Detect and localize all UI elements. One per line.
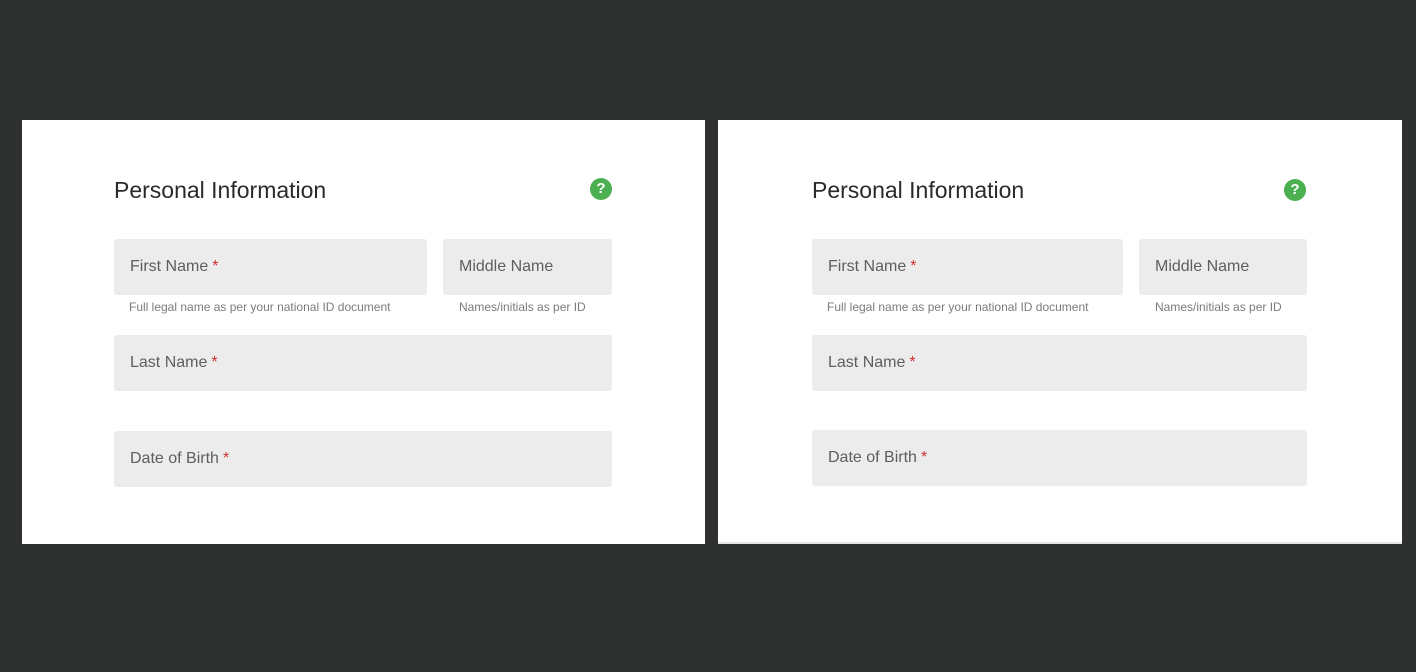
last-name-label: Last Name *	[130, 354, 218, 371]
required-asterisk: *	[909, 354, 916, 371]
middle-name-field[interactable]: Middle Name	[1139, 239, 1307, 295]
first-name-label: First Name *	[828, 258, 917, 275]
date-of-birth-label: Date of Birth *	[828, 449, 928, 466]
required-asterisk: *	[910, 258, 917, 275]
help-circle-icon[interactable]: ?	[1284, 179, 1306, 201]
required-asterisk: *	[211, 354, 218, 371]
form-header: Personal Information ?	[114, 176, 612, 204]
middle-name-label: Middle Name	[1155, 258, 1250, 275]
help-circle-icon[interactable]: ?	[590, 178, 612, 200]
date-of-birth-field[interactable]: Date of Birth *	[114, 431, 612, 487]
middle-name-label: Middle Name	[459, 258, 554, 275]
last-name-field[interactable]: Last Name *	[114, 335, 612, 391]
date-of-birth-label: Date of Birth *	[130, 450, 230, 467]
first-name-field[interactable]: First Name *	[114, 239, 427, 295]
last-name-field[interactable]: Last Name *	[812, 335, 1307, 391]
form-title: Personal Information	[114, 177, 327, 203]
first-name-helper: Full legal name as per your national ID …	[129, 300, 391, 314]
form-title: Personal Information	[812, 177, 1025, 203]
middle-name-helper: Names/initials as per ID	[459, 300, 586, 314]
first-name-field[interactable]: First Name *	[812, 239, 1123, 295]
first-name-label: First Name *	[130, 258, 219, 275]
date-of-birth-field[interactable]: Date of Birth *	[812, 430, 1307, 486]
required-asterisk: *	[212, 258, 219, 275]
last-name-label: Last Name *	[828, 354, 916, 371]
personal-info-panel-left: Personal Information ? First Name * Full …	[22, 120, 705, 544]
form-header: Personal Information ?	[812, 176, 1308, 204]
middle-name-helper: Names/initials as per ID	[1155, 300, 1282, 314]
middle-name-field[interactable]: Middle Name	[443, 239, 612, 295]
first-name-helper: Full legal name as per your national ID …	[827, 300, 1089, 314]
required-asterisk: *	[222, 450, 230, 467]
required-asterisk: *	[920, 449, 928, 466]
personal-info-panel-right: Personal Information ? First Name * Full …	[718, 120, 1402, 544]
